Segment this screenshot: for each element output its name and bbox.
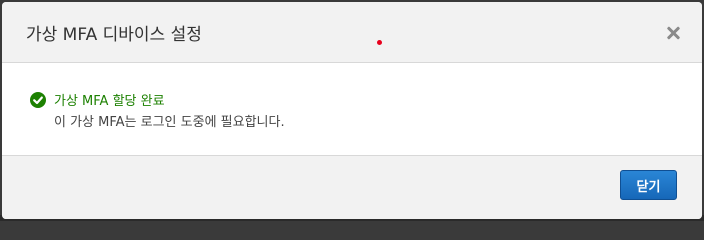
dialog-body: 가상 MFA 할당 완료 이 가상 MFA는 로그인 도중에 필요합니다. — [2, 63, 702, 156]
dialog-header: 가상 MFA 디바이스 설정 — [2, 2, 702, 63]
mfa-setup-dialog: 가상 MFA 디바이스 설정 가상 MFA 할당 완료 이 가상 MFA는 로그… — [2, 2, 702, 219]
dialog-title: 가상 MFA 디바이스 설정 — [26, 25, 202, 45]
dialog-footer: 닫기 — [2, 156, 702, 219]
close-button[interactable]: 닫기 — [620, 170, 677, 200]
check-circle-icon — [30, 92, 46, 108]
success-description: 이 가상 MFA는 로그인 도중에 필요합니다. — [54, 115, 285, 130]
cursor-dot — [377, 40, 382, 45]
success-title: 가상 MFA 할당 완료 — [54, 94, 165, 109]
close-icon[interactable] — [666, 26, 680, 40]
